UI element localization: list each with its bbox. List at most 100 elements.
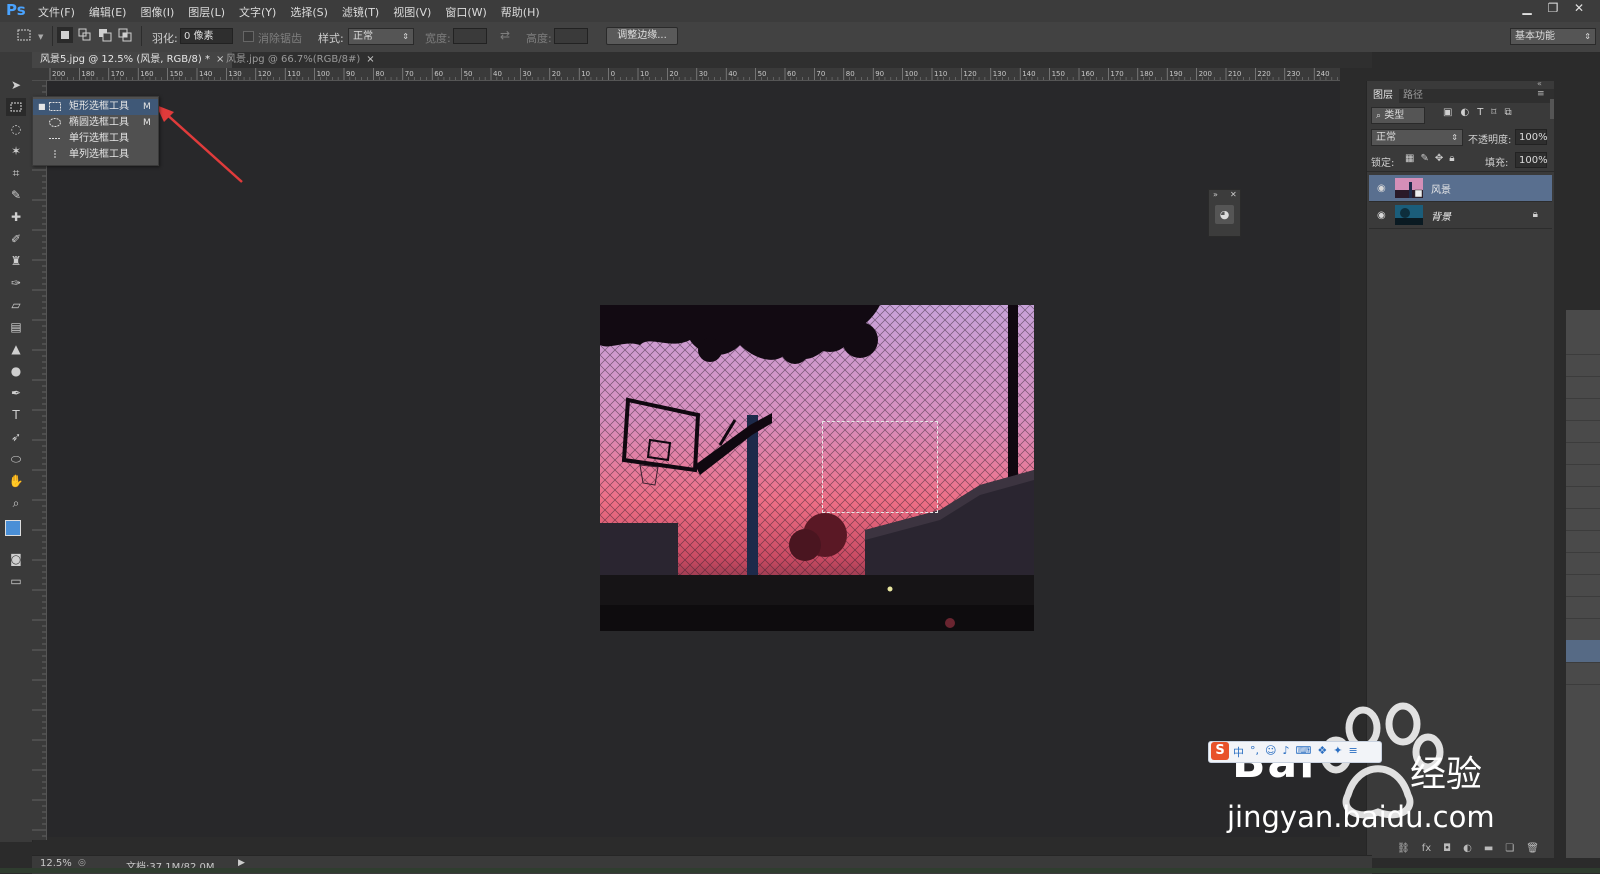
layer-filter-select[interactable]: ⌕ 类型 <box>1371 107 1425 124</box>
history-brush-tool-icon[interactable]: ✑ <box>6 274 26 292</box>
eyedropper-tool-icon[interactable]: ✎ <box>6 186 26 204</box>
new-selection-icon[interactable] <box>57 27 73 43</box>
layer-row-background[interactable]: ◉ 背景 🔒︎ <box>1369 202 1552 229</box>
dodge-tool-icon[interactable]: ● <box>6 362 26 380</box>
feather-input[interactable]: 0 像素 <box>180 28 233 44</box>
more-icon[interactable]: ≡ <box>1348 744 1357 760</box>
flyout-item-single-column[interactable]: 单列选框工具 <box>33 147 158 163</box>
horizontal-ruler[interactable]: 200 180 170 160 150 140 130 120 110 100 90 80 70 60 50… <box>46 68 1574 81</box>
shape-tool-icon[interactable]: ⬭ <box>6 450 26 468</box>
menu-edit[interactable]: 编辑(E) <box>89 4 127 20</box>
scrollbar[interactable] <box>1550 99 1554 119</box>
flyout-item-single-row[interactable]: 单行选框工具 <box>33 131 158 147</box>
healing-brush-tool-icon[interactable]: ✚ <box>6 208 26 226</box>
panel-cell[interactable] <box>1566 332 1600 355</box>
tab-document-1[interactable]: 风景5.jpg @ 12.5% (风景, RGB/8) * × <box>32 52 233 68</box>
refine-edge-button[interactable]: 调整边缘... <box>606 27 678 45</box>
panel-cell[interactable] <box>1566 618 1600 641</box>
close-icon[interactable]: ✕ <box>1568 0 1590 16</box>
image-filter-icon[interactable]: ▣ <box>1443 107 1452 118</box>
marquee-selection[interactable] <box>822 421 938 513</box>
panel-cell[interactable] <box>1566 464 1600 487</box>
subtract-from-selection-icon[interactable] <box>97 27 113 43</box>
play-icon[interactable]: ▶ <box>238 858 245 868</box>
gradient-tool-icon[interactable]: ▤ <box>6 318 26 336</box>
screen-mode-icon[interactable]: ▭ <box>6 572 26 590</box>
lock-position-icon[interactable]: ✥ <box>1435 153 1443 164</box>
panel-cell[interactable] <box>1566 574 1600 597</box>
ime-toolbar[interactable]: S 中 °, ☺ ♪ ⌨ ❖ ✦ ≡ <box>1208 741 1382 763</box>
menu-file[interactable]: 文件(F) <box>38 4 75 20</box>
swap-icon[interactable]: ⇄ <box>500 28 510 42</box>
panel-cell[interactable] <box>1566 376 1600 399</box>
rect-marquee-preset-icon[interactable] <box>16 27 32 43</box>
chevron-down-icon[interactable]: ▼ <box>38 33 43 41</box>
adjustment-filter-icon[interactable]: ◐ <box>1460 107 1469 118</box>
width-input[interactable] <box>453 28 487 44</box>
flyout-item-rect-marquee[interactable]: ■ 矩形选框工具 M <box>33 99 158 115</box>
menu-filter[interactable]: 滤镜(T) <box>342 4 379 20</box>
shape-filter-icon[interactable]: ⌑ <box>1491 107 1496 118</box>
lock-pixels-icon[interactable]: ✎ <box>1420 153 1428 164</box>
panel-cell-active[interactable] <box>1566 640 1600 663</box>
panel-cell[interactable] <box>1566 398 1600 421</box>
panel-cell[interactable] <box>1566 530 1600 553</box>
menu-layer[interactable]: 图层(L) <box>188 4 225 20</box>
add-to-selection-icon[interactable] <box>77 27 93 43</box>
panel-menu-icon[interactable]: ≡ <box>1537 89 1545 99</box>
intersect-selection-icon[interactable] <box>117 27 133 43</box>
marquee-tool-icon[interactable] <box>6 98 26 116</box>
lock-all-icon[interactable]: 🔒︎ <box>1449 153 1454 164</box>
sogou-logo-icon[interactable]: S <box>1211 742 1229 760</box>
menu-help[interactable]: 帮助(H) <box>501 4 540 20</box>
tab-layers[interactable]: 图层 <box>1367 89 1399 103</box>
zoom-tool-icon[interactable]: ⌕ <box>6 494 26 512</box>
brush-tool-icon[interactable]: ✐ <box>6 230 26 248</box>
blend-mode-select[interactable]: 正常 ⇕ <box>1371 129 1463 146</box>
crop-tool-icon[interactable]: ⌗ <box>6 164 26 182</box>
visibility-eye-icon[interactable]: ◉ <box>1377 183 1386 194</box>
collapse-icon[interactable]: « <box>1537 79 1542 88</box>
keyboard-icon[interactable]: ⌨ <box>1296 744 1312 760</box>
panel-cell[interactable] <box>1566 354 1600 377</box>
minimize-icon[interactable]: ▁ <box>1516 0 1538 16</box>
visibility-eye-icon[interactable]: ◉ <box>1377 210 1386 221</box>
restore-icon[interactable]: ❐ <box>1542 0 1564 16</box>
panel-cell[interactable] <box>1566 596 1600 619</box>
close-icon[interactable]: × <box>366 54 374 65</box>
panel-cell[interactable] <box>1566 508 1600 531</box>
flyout-item-ellipse-marquee[interactable]: 椭圆选框工具 M <box>33 115 158 131</box>
path-selection-tool-icon[interactable]: ➶ <box>6 428 26 446</box>
height-input[interactable] <box>554 28 588 44</box>
panel-cell[interactable] <box>1566 420 1600 443</box>
pen-tool-icon[interactable]: ✒ <box>6 384 26 402</box>
document-image[interactable] <box>600 305 1034 631</box>
workspace-select[interactable]: 基本功能 ⇕ <box>1510 28 1596 45</box>
tab-paths[interactable]: 路径 <box>1397 89 1429 103</box>
quick-mask-icon[interactable]: ◙ <box>6 550 26 568</box>
vertical-ruler[interactable] <box>32 79 47 840</box>
foreground-color-swatch[interactable] <box>5 520 21 536</box>
lasso-tool-icon[interactable]: ◌ <box>6 120 26 138</box>
hand-tool-icon[interactable]: ✋ <box>6 472 26 490</box>
panel-cell[interactable] <box>1566 662 1600 685</box>
punctuation-icon[interactable]: °, <box>1250 744 1259 760</box>
close-icon[interactable]: ✕ <box>1230 190 1237 199</box>
antialias-checkbox[interactable] <box>243 31 254 42</box>
type-tool-icon[interactable]: T <box>6 406 26 424</box>
lock-transparent-icon[interactable]: ▦ <box>1405 153 1414 164</box>
eraser-tool-icon[interactable]: ▱ <box>6 296 26 314</box>
menu-select[interactable]: 选择(S) <box>290 4 328 20</box>
expand-icon[interactable]: » <box>1213 190 1218 199</box>
emoji-icon[interactable]: ☺ <box>1265 744 1276 760</box>
style-select[interactable]: 正常 ⇕ <box>348 28 414 45</box>
microphone-icon[interactable]: ♪ <box>1282 744 1289 760</box>
magic-wand-tool-icon[interactable]: ✶ <box>6 142 26 160</box>
panel-cell[interactable] <box>1566 442 1600 465</box>
clone-stamp-tool-icon[interactable]: ♜ <box>6 252 26 270</box>
smart-object-filter-icon[interactable]: ⧉ <box>1504 107 1511 118</box>
menu-window[interactable]: 窗口(W) <box>445 4 486 20</box>
fill-input[interactable]: 100% <box>1515 152 1548 168</box>
skin-icon[interactable]: ❖ <box>1317 744 1327 760</box>
toolbox-icon[interactable]: ✦ <box>1333 744 1342 760</box>
